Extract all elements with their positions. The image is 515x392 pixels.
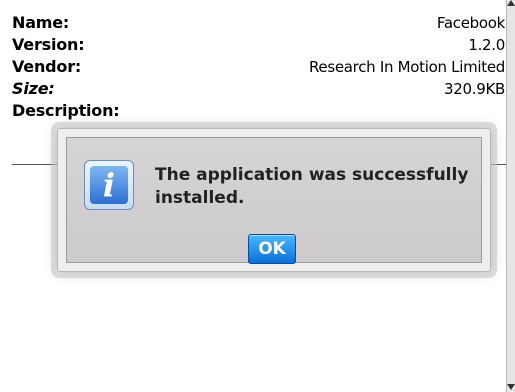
scroll-up-arrow-icon[interactable] xyxy=(507,0,515,6)
info-icon-glyph: i xyxy=(90,166,128,204)
version-value: 1.2.0 xyxy=(468,36,505,54)
ok-button[interactable]: OK xyxy=(248,234,296,264)
detail-row-version: Version: 1.2.0 xyxy=(0,34,507,56)
install-success-dialog: i The application was successfully insta… xyxy=(57,128,491,272)
scrollbar[interactable] xyxy=(506,0,515,392)
detail-row-name: Name: Facebook xyxy=(0,12,507,34)
dialog-body: i The application was successfully insta… xyxy=(66,137,482,264)
size-label: Size: xyxy=(12,79,55,98)
divider-left xyxy=(12,164,62,165)
info-icon: i xyxy=(84,160,134,210)
description-label: Description: xyxy=(12,101,120,120)
detail-row-vendor: Vendor: Research In Motion Limited xyxy=(0,56,507,78)
detail-row-size: Size: 320.9KB xyxy=(0,78,507,100)
vendor-value: Research In Motion Limited xyxy=(308,58,505,76)
vendor-label: Vendor: xyxy=(12,57,82,76)
version-label: Version: xyxy=(12,35,85,54)
dialog-message: The application was successfully install… xyxy=(155,165,469,208)
size-value: 320.9KB xyxy=(444,80,505,98)
detail-row-description: Description: xyxy=(0,100,507,122)
name-label: Name: xyxy=(12,13,70,32)
name-value: Facebook xyxy=(436,14,505,32)
scroll-down-arrow-icon[interactable] xyxy=(507,384,515,390)
